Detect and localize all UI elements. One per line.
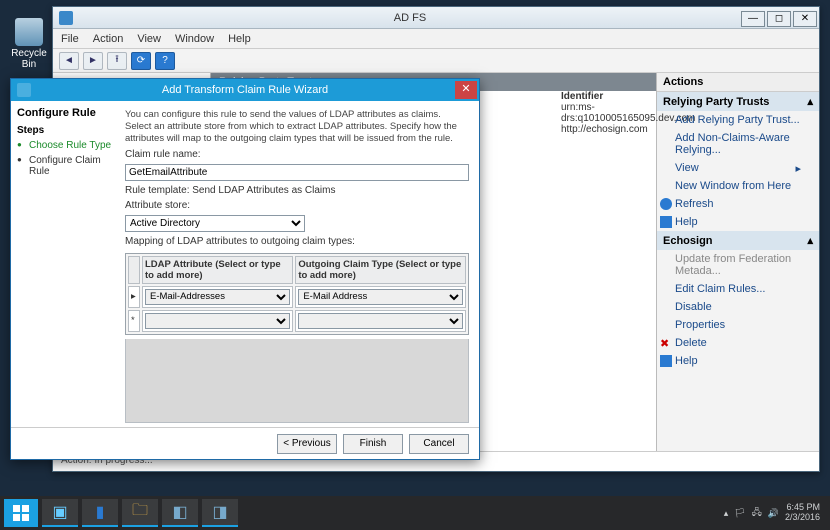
- rule-name-label: Claim rule name:: [125, 149, 469, 160]
- help-icon: [660, 216, 672, 228]
- mapping-col-ldap: LDAP Attribute (Select or type to add mo…: [142, 256, 293, 284]
- toolbar: ◄ ► ⭱ ⟳ ?: [53, 49, 819, 73]
- menu-window[interactable]: Window: [175, 33, 214, 45]
- toolbar-help[interactable]: ?: [155, 52, 175, 70]
- step-configure-claim-rule[interactable]: Configure Claim Rule: [17, 153, 115, 179]
- app-icon: [59, 11, 73, 25]
- action-help-2[interactable]: Help: [657, 352, 819, 370]
- menu-action[interactable]: Action: [93, 33, 124, 45]
- close-button[interactable]: ✕: [793, 11, 817, 27]
- wizard-close-button[interactable]: ✕: [455, 81, 477, 99]
- recycle-bin-label: Recycle Bin: [8, 48, 50, 70]
- system-tray[interactable]: ▴ 🏳 🖧 🔊 6:45 PM 2/3/2016: [724, 503, 826, 523]
- taskbar: ▣ ▮ 🗀 ◧ ◨ ▴ 🏳 🖧 🔊 6:45 PM 2/3/2016: [0, 496, 830, 530]
- app-icon: ◧: [172, 502, 187, 522]
- window-titlebar[interactable]: AD FS — ◻ ✕: [53, 7, 819, 29]
- ldap-attribute-select[interactable]: E-Mail-Addresses: [145, 289, 290, 305]
- wizard-footer: < Previous Finish Cancel: [11, 427, 479, 459]
- tray-network-icon[interactable]: 🖧: [752, 505, 762, 521]
- taskbar-app-1[interactable]: ◧: [162, 499, 198, 527]
- action-edit-claim-rules[interactable]: Edit Claim Rules...: [657, 280, 819, 298]
- recycle-bin-icon: [15, 18, 43, 46]
- action-properties[interactable]: Properties: [657, 316, 819, 334]
- wizard-icon: [17, 83, 31, 97]
- refresh-icon: [660, 198, 672, 210]
- action-add-nonclaims[interactable]: Add Non-Claims-Aware Relying...: [657, 129, 819, 159]
- recycle-bin[interactable]: Recycle Bin: [8, 18, 50, 70]
- taskbar-explorer[interactable]: 🗀: [122, 499, 158, 527]
- delete-icon: ✖: [660, 337, 672, 349]
- table-row: *: [128, 310, 466, 332]
- outgoing-claim-select[interactable]: E-Mail Address: [298, 289, 463, 305]
- action-add-rpt[interactable]: Add Relying Party Trust...: [657, 111, 819, 129]
- mapping-label: Mapping of LDAP attributes to outgoing c…: [125, 236, 469, 247]
- identifier-label: Identifier: [561, 91, 695, 102]
- toolbar-back[interactable]: ◄: [59, 52, 79, 70]
- cancel-button[interactable]: Cancel: [409, 434, 469, 454]
- taskbar-server-manager[interactable]: ▣: [42, 499, 78, 527]
- server-icon: ▣: [52, 502, 67, 522]
- menu-file[interactable]: File: [61, 33, 79, 45]
- action-view[interactable]: View▸: [657, 159, 819, 177]
- action-new-window[interactable]: New Window from Here: [657, 177, 819, 195]
- actions-pane: Actions Relying Party Trusts▴ Add Relyin…: [657, 73, 819, 451]
- clock-date: 2/3/2016: [785, 513, 820, 523]
- mapping-grid-empty: [125, 339, 469, 423]
- app-icon: ◨: [212, 502, 227, 522]
- help-icon: [660, 355, 672, 367]
- action-disable[interactable]: Disable: [657, 298, 819, 316]
- actions-header: Actions: [657, 73, 819, 92]
- steps-label: Steps: [17, 125, 115, 136]
- row-selector[interactable]: ▸: [128, 286, 140, 308]
- attribute-store-label: Attribute store:: [125, 200, 469, 211]
- maximize-button[interactable]: ◻: [767, 11, 791, 27]
- wizard-hint: You can configure this rule to send the …: [125, 109, 469, 145]
- wizard-steps-pane: Configure Rule Steps Choose Rule Type Co…: [11, 101, 121, 427]
- wizard-content: You can configure this rule to send the …: [121, 101, 479, 427]
- toolbar-up[interactable]: ⭱: [107, 52, 127, 70]
- attribute-store-select[interactable]: Active Directory: [125, 215, 305, 232]
- start-button[interactable]: [4, 499, 38, 527]
- menubar: File Action View Window Help: [53, 29, 819, 49]
- table-row: ▸ E-Mail-Addresses E-Mail Address: [128, 286, 466, 308]
- windows-icon: [13, 505, 29, 521]
- rule-name-input[interactable]: [125, 164, 469, 181]
- toolbar-refresh[interactable]: ⟳: [131, 52, 151, 70]
- actions-group-echosign[interactable]: Echosign▴: [657, 231, 819, 250]
- action-help[interactable]: Help: [657, 213, 819, 231]
- finish-button[interactable]: Finish: [343, 434, 403, 454]
- outgoing-claim-select-new[interactable]: [298, 313, 463, 329]
- powershell-icon: ▮: [96, 502, 105, 522]
- minimize-button[interactable]: —: [741, 11, 765, 27]
- toolbar-forward[interactable]: ►: [83, 52, 103, 70]
- action-delete[interactable]: ✖Delete: [657, 334, 819, 352]
- tray-chevron-icon[interactable]: ▴: [724, 508, 729, 519]
- previous-button[interactable]: < Previous: [277, 434, 337, 454]
- collapse-icon: ▴: [807, 234, 813, 247]
- taskbar-powershell[interactable]: ▮: [82, 499, 118, 527]
- menu-help[interactable]: Help: [228, 33, 251, 45]
- wizard-title: Add Transform Claim Rule Wizard: [37, 84, 453, 96]
- wizard-heading: Configure Rule: [17, 107, 115, 119]
- tray-sound-icon[interactable]: 🔊: [768, 508, 779, 519]
- step-choose-rule-type[interactable]: Choose Rule Type: [17, 138, 115, 153]
- row-new[interactable]: *: [128, 310, 140, 332]
- mapping-table: LDAP Attribute (Select or type to add mo…: [125, 253, 469, 335]
- claim-rule-wizard: Add Transform Claim Rule Wizard ✕ Config…: [10, 78, 480, 460]
- folder-icon: 🗀: [132, 499, 148, 526]
- taskbar-app-2[interactable]: ◨: [202, 499, 238, 527]
- action-update-metadata: Update from Federation Metada...: [657, 250, 819, 280]
- action-refresh[interactable]: Refresh: [657, 195, 819, 213]
- rule-template-label: Rule template: Send LDAP Attributes as C…: [125, 185, 469, 196]
- clock[interactable]: 6:45 PM 2/3/2016: [785, 503, 820, 523]
- mapping-col-claim: Outgoing Claim Type (Select or type to a…: [295, 256, 466, 284]
- collapse-icon: ▴: [807, 95, 813, 108]
- tray-flag-icon[interactable]: 🏳: [734, 508, 745, 519]
- window-title: AD FS: [79, 12, 741, 24]
- menu-view[interactable]: View: [137, 33, 161, 45]
- wizard-titlebar[interactable]: Add Transform Claim Rule Wizard ✕: [11, 79, 479, 101]
- ldap-attribute-select-new[interactable]: [145, 313, 290, 329]
